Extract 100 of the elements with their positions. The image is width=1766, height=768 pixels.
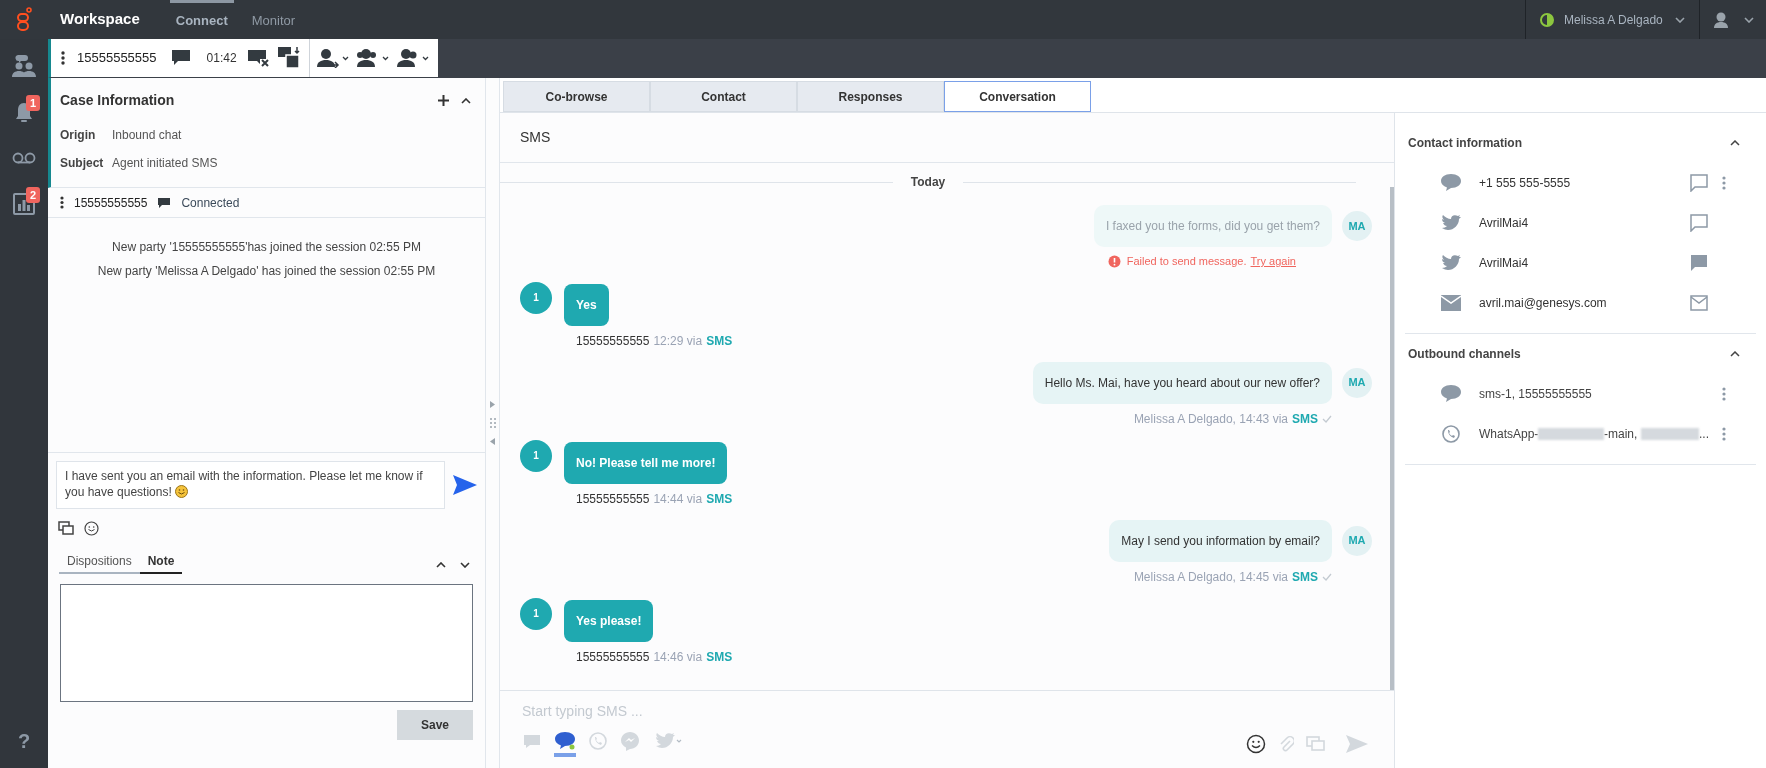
date-divider: Today: [910, 174, 946, 191]
channel-label: SMS: [706, 648, 733, 666]
sender-number: 15555555555: [576, 648, 650, 666]
channel-name: WhatsApp-: [1479, 426, 1539, 443]
emoji-icon[interactable]: [1246, 734, 1266, 754]
more-options-icon[interactable]: [60, 196, 64, 209]
collapse-icon[interactable]: [1730, 351, 1740, 357]
agent-avatar: MA: [1342, 367, 1372, 398]
call-timer: 01:42: [206, 50, 237, 67]
status-icon[interactable]: [1540, 12, 1554, 27]
sms-icon: [1440, 384, 1462, 404]
connection-status: Connected: [181, 194, 240, 212]
channel-name: -main,: [1604, 426, 1638, 443]
transfer-chat-icon[interactable]: [276, 46, 301, 70]
agent-avatar-icon[interactable]: [1712, 10, 1730, 29]
tab[interactable]: Responses: [797, 81, 944, 112]
send-icon[interactable]: [453, 475, 477, 495]
party-number: 15555555555: [74, 194, 148, 212]
scrollbar[interactable]: [1390, 187, 1394, 690]
conference-icon[interactable]: [355, 48, 390, 68]
logo-icon: [15, 6, 33, 33]
channel-name: sms-1, 15555555555: [1479, 386, 1592, 403]
drag-handle-icon[interactable]: [489, 418, 496, 428]
notes-tab[interactable]: Note: [139, 552, 183, 574]
channel-label: SMS: [706, 490, 733, 508]
conversation-icon[interactable]: [1690, 254, 1708, 272]
message-bubble: I faxed you the forms, did you get them?: [1093, 205, 1332, 247]
contact-value[interactable]: +1 555 555-5555: [1479, 174, 1689, 192]
tab[interactable]: Contact: [650, 81, 797, 112]
field-value: Inbound chat: [112, 127, 182, 144]
sender-number: 15555555555: [576, 490, 650, 508]
sms-icon: [1440, 173, 1462, 193]
message-bubble: Hello Ms. Mai, have you heard about our new offer?: [1032, 361, 1332, 404]
voicemail-icon[interactable]: [12, 152, 36, 164]
caret-icon[interactable]: [1675, 16, 1685, 23]
chat-icon[interactable]: [170, 49, 191, 67]
message-bubble: Yes please!: [564, 599, 654, 642]
message-meta: Melissa A Delgado, 14:43 via: [1133, 410, 1288, 428]
nav-tab[interactable]: Monitor: [245, 0, 302, 39]
save-button[interactable]: Save: [397, 710, 473, 740]
message-time: 12:29 via: [653, 332, 703, 350]
emoji-icon[interactable]: [84, 521, 99, 536]
field-value: Agent initiated SMS: [112, 155, 218, 172]
message-input[interactable]: I have sent you an email with the information. Please let me know if you have questions!: [56, 461, 445, 509]
contact-value[interactable]: avril.mai@genesys.com: [1479, 294, 1689, 312]
responses-icon[interactable]: [58, 521, 74, 536]
section-title: Outbound channels: [1408, 346, 1522, 363]
consult-icon[interactable]: [395, 48, 430, 68]
whatsapp-icon: [1441, 424, 1461, 444]
chat-icon: [157, 196, 172, 209]
channel-title: SMS: [520, 128, 551, 147]
collapse-icon[interactable]: [461, 97, 471, 104]
message-bubble: May I send you information by email?: [1109, 519, 1332, 562]
channel-label: SMS: [706, 332, 733, 350]
error-message: Failed to send message.: [1126, 254, 1247, 269]
sms-icon[interactable]: [554, 731, 576, 751]
message-bubble: No! Please tell me more!: [564, 441, 728, 484]
sender-number: 15555555555: [576, 332, 650, 350]
panel-title: Case Information: [60, 91, 176, 110]
expand-icon[interactable]: [460, 562, 470, 568]
add-icon[interactable]: [438, 95, 449, 106]
tab[interactable]: Conversation: [944, 81, 1091, 112]
transfer-person-icon[interactable]: [315, 48, 350, 68]
statistics-icon[interactable]: [13, 193, 35, 215]
section-title: Contact information: [1408, 135, 1523, 152]
collapse-icon[interactable]: [436, 562, 446, 568]
help-button[interactable]: ?: [17, 726, 31, 756]
app-title: Workspace: [60, 9, 140, 30]
collapse-icon[interactable]: [1730, 140, 1740, 146]
message-time: 14:46 via: [653, 648, 703, 666]
caret-icon[interactable]: [1744, 16, 1754, 23]
notes-tab[interactable]: Dispositions: [59, 552, 140, 574]
end-chat-icon[interactable]: [246, 49, 271, 67]
bird-icon: [1440, 254, 1462, 272]
message-input[interactable]: Start typing SMS ...: [522, 691, 1372, 731]
check-icon: [1322, 572, 1332, 581]
agent-avatar: MA: [1342, 211, 1372, 241]
more-options-icon[interactable]: [61, 51, 65, 65]
contact-value[interactable]: AvrilMai4: [1479, 254, 1689, 272]
check-icon: [1322, 414, 1332, 423]
system-message: New party 'Melissa A Delgado' has joined the session 02:55 PM: [97, 263, 436, 280]
redacted-text: [1641, 428, 1699, 440]
user-name[interactable]: Melissa A Delgado: [1564, 10, 1665, 29]
redacted-text: [1538, 428, 1604, 440]
agents-icon[interactable]: [11, 54, 37, 78]
customer-avatar: 1: [520, 439, 552, 472]
field-label: Subject: [60, 155, 105, 172]
tab[interactable]: Co-browse: [503, 81, 650, 112]
note-input[interactable]: [60, 584, 473, 702]
agent-avatar: MA: [1342, 525, 1372, 556]
notification-badge: 2: [25, 187, 40, 203]
contact-value[interactable]: AvrilMai4: [1479, 214, 1689, 232]
message-bubble: Yes: [564, 283, 609, 326]
field-label: Origin: [60, 127, 97, 144]
envelope-icon: [1441, 295, 1461, 311]
envelope-icon[interactable]: [1690, 295, 1708, 311]
channel-label: SMS: [1292, 568, 1318, 586]
ellipsis-text: ...: [1699, 426, 1709, 443]
channel-label: SMS: [1292, 410, 1318, 428]
interaction-number: 15555555555: [77, 49, 157, 68]
